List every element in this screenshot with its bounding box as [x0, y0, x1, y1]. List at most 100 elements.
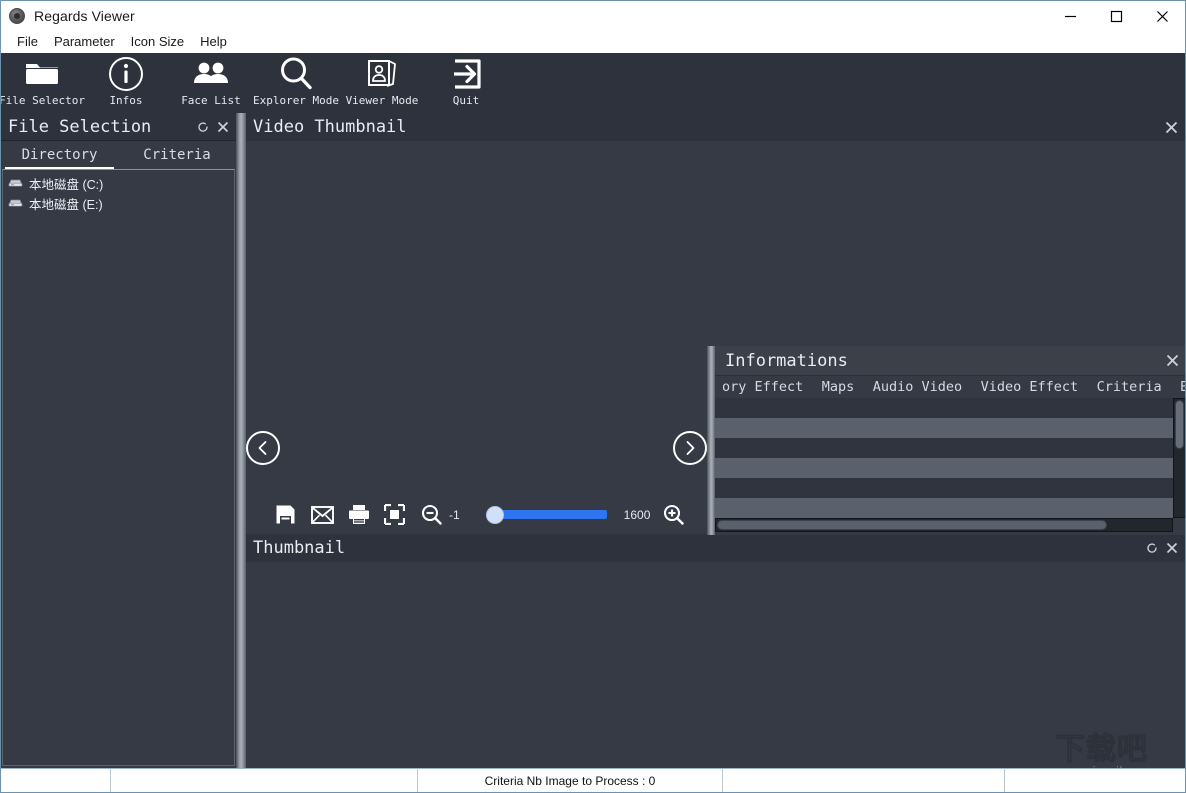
- tab-effect[interactable]: Effect: [1173, 377, 1185, 398]
- toolbar-button-face-list[interactable]: Face List: [167, 53, 255, 113]
- exit-arrow-icon: [448, 53, 484, 95]
- close-icon[interactable]: [1165, 121, 1178, 134]
- toolbar-label-face-list: Face List: [181, 94, 241, 107]
- toolbar-button-file-selector[interactable]: File Selector: [1, 53, 86, 113]
- minimize-icon[interactable]: [1047, 1, 1093, 31]
- status-cell: [1, 769, 111, 792]
- zoom-out-icon[interactable]: [421, 504, 442, 525]
- informations-splitter[interactable]: [707, 346, 715, 535]
- list-item[interactable]: 本地磁盘 (C:): [3, 173, 234, 193]
- menu-item-icon-size[interactable]: Icon Size: [123, 31, 192, 53]
- drive-icon: [8, 174, 23, 192]
- title-bar: Regards Viewer: [1, 1, 1185, 31]
- status-cell: [723, 769, 1005, 792]
- fit-to-frame-icon[interactable]: [384, 504, 405, 525]
- chevron-right-circle-icon[interactable]: [673, 431, 707, 465]
- zoom-slider-handle[interactable]: [486, 506, 503, 523]
- informations-panel: Informations ory Effect Maps Audio Video…: [707, 346, 1185, 535]
- menu-item-help[interactable]: Help: [192, 31, 235, 53]
- video-tools-bar: -1 1600: [246, 495, 707, 534]
- video-thumbnail-header-actions: [1165, 121, 1178, 134]
- scrollbar-thumb[interactable]: [717, 520, 1107, 530]
- scrollbar-thumb[interactable]: [1175, 400, 1184, 449]
- table-row[interactable]: [715, 418, 1173, 438]
- informations-header: Informations: [715, 346, 1185, 376]
- folder-icon: [24, 53, 60, 95]
- tab-audio-video[interactable]: Audio Video: [866, 377, 969, 398]
- file-selection-panel: File Selection Directory Criteria 本地磁盘 (…: [1, 113, 236, 768]
- table-row[interactable]: [715, 438, 1173, 458]
- close-icon[interactable]: [1139, 1, 1185, 31]
- menu-item-parameter[interactable]: Parameter: [46, 31, 123, 53]
- informations-vertical-scrollbar[interactable]: [1173, 398, 1185, 518]
- status-bar: Criteria Nb Image to Process : 0: [1, 768, 1185, 792]
- refresh-icon[interactable]: [1146, 542, 1158, 554]
- table-row[interactable]: [715, 498, 1173, 518]
- table-row[interactable]: [715, 478, 1173, 498]
- tab-video-effect[interactable]: Video Effect: [974, 377, 1086, 398]
- tab-history-effect[interactable]: ory Effect: [715, 377, 810, 398]
- table-row[interactable]: [715, 458, 1173, 478]
- drive-icon: [8, 194, 23, 212]
- informations-tabs: ory Effect Maps Audio Video Video Effect…: [715, 377, 1185, 398]
- toolbar-label-quit: Quit: [452, 94, 480, 107]
- toolbar-button-viewer-mode[interactable]: Viewer Mode: [339, 53, 425, 113]
- informations-horizontal-scrollbar[interactable]: [715, 518, 1173, 532]
- informations-rows[interactable]: [715, 398, 1173, 518]
- list-item-label: 本地磁盘 (C:): [29, 177, 104, 192]
- printer-icon[interactable]: [348, 504, 370, 525]
- toolbar-button-explorer-mode[interactable]: Explorer Mode: [252, 53, 340, 113]
- tab-directory[interactable]: Directory: [1, 141, 118, 169]
- informations-header-actions: [1166, 354, 1179, 367]
- zoom-slider[interactable]: [486, 506, 607, 524]
- video-thumbnail-title: Video Thumbnail: [253, 117, 407, 137]
- file-selection-title: File Selection: [8, 116, 152, 137]
- close-icon[interactable]: [217, 121, 229, 133]
- window-title: Regards Viewer: [34, 8, 135, 24]
- info-circle-icon: [108, 53, 144, 95]
- envelope-icon[interactable]: [311, 505, 334, 524]
- status-cell: [1005, 769, 1185, 792]
- file-selection-header: File Selection: [1, 113, 236, 141]
- zoom-in-value: 1600: [623, 507, 651, 522]
- tab-criteria[interactable]: Criteria: [118, 141, 236, 169]
- close-icon[interactable]: [1166, 354, 1179, 367]
- toolbar-label-infos: Infos: [109, 94, 143, 107]
- refresh-icon[interactable]: [197, 121, 209, 133]
- table-row[interactable]: [715, 398, 1173, 418]
- list-item[interactable]: 本地磁盘 (E:): [3, 193, 234, 213]
- left-splitter[interactable]: [236, 113, 246, 768]
- chevron-left-circle-icon[interactable]: [246, 431, 280, 465]
- menu-bar: File Parameter Icon Size Help: [1, 31, 1185, 53]
- people-icon: [191, 53, 231, 95]
- toolbar-label-file-selector: File Selector: [1, 94, 86, 107]
- menu-item-file[interactable]: File: [9, 31, 46, 53]
- informations-title: Informations: [725, 350, 848, 371]
- application-window: Regards Viewer File Parameter Icon Size …: [0, 0, 1186, 793]
- toolbar-label-viewer-mode: Viewer Mode: [345, 94, 419, 107]
- thumbnail-header: Thumbnail: [246, 534, 1185, 563]
- thumbnail-list-area[interactable]: [246, 562, 1185, 768]
- toolbar-button-quit[interactable]: Quit: [433, 53, 499, 113]
- zoom-slider-track: [494, 510, 607, 519]
- main-toolbar: File Selector Infos Face List Explorer M…: [1, 53, 1185, 113]
- camera-icon: [9, 8, 25, 24]
- file-selection-tabs: Directory Criteria: [1, 141, 236, 169]
- directory-tree[interactable]: 本地磁盘 (C:) 本地磁盘 (E:): [2, 169, 235, 766]
- thumbnail-header-actions: [1146, 542, 1178, 554]
- portrait-pages-icon: [362, 53, 402, 95]
- tab-maps[interactable]: Maps: [815, 377, 862, 398]
- video-thumbnail-header: Video Thumbnail: [246, 113, 1185, 142]
- zoom-out-value: -1: [449, 507, 460, 522]
- magnifier-icon: [277, 53, 315, 95]
- status-cell: [111, 769, 418, 792]
- save-floppy-icon[interactable]: [275, 504, 296, 525]
- status-cell-criteria-count: Criteria Nb Image to Process : 0: [418, 769, 723, 792]
- file-selection-header-actions: [197, 121, 229, 133]
- tab-criteria[interactable]: Criteria: [1090, 377, 1169, 398]
- close-icon[interactable]: [1166, 542, 1178, 554]
- toolbar-label-explorer-mode: Explorer Mode: [252, 94, 340, 107]
- toolbar-button-infos[interactable]: Infos: [90, 53, 162, 113]
- maximize-icon[interactable]: [1093, 1, 1139, 31]
- zoom-in-icon[interactable]: [663, 504, 685, 525]
